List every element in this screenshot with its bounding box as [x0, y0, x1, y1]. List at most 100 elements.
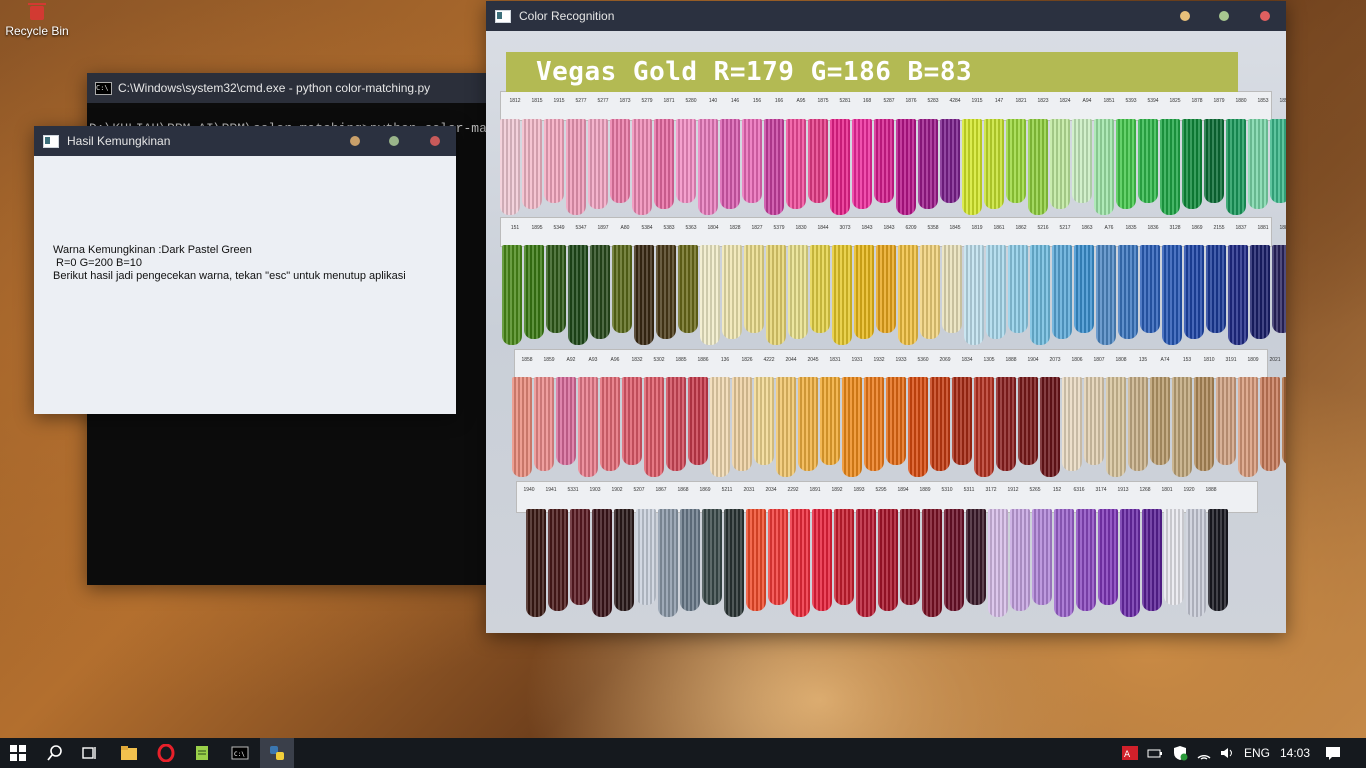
yarn-tassel — [1182, 119, 1202, 209]
python-icon[interactable] — [268, 744, 286, 762]
windows-start-icon[interactable] — [9, 744, 27, 762]
battery-icon[interactable] — [1146, 744, 1164, 762]
card-number: 1886 — [697, 357, 709, 363]
card-number: 2073 — [1049, 357, 1061, 363]
recog-title: Color Recognition — [519, 9, 615, 23]
card-numbers-row-2: 151 1895 5349 5347 1897 A80 5384 5383 5363 1804 18… — [504, 225, 1286, 231]
yarn-tassel — [600, 377, 620, 471]
card-number: 152 — [1052, 487, 1062, 493]
security-shield-icon[interactable] — [1171, 744, 1189, 762]
card-number: 1824 — [1059, 98, 1071, 104]
language-indicator[interactable]: ENG — [1244, 738, 1270, 768]
notifications-icon[interactable] — [1324, 744, 1342, 762]
result-window[interactable]: Hasil Kemungkinan Warna Kemungkinan :Dar… — [34, 126, 456, 414]
card-number: 1869 — [699, 487, 711, 493]
card-number: 1868 — [677, 487, 689, 493]
clock[interactable]: 14:03 — [1280, 738, 1310, 768]
yarn-tassel — [570, 509, 590, 605]
card-number: 1804 — [707, 225, 719, 231]
yarn-tassel — [908, 377, 928, 477]
amd-radeon-icon[interactable]: A — [1121, 744, 1139, 762]
yarn-tassel — [742, 119, 762, 203]
yarn-tassel — [852, 119, 872, 209]
color-recognition-window[interactable]: Color Recognition 1812 1815 1915 5277 5277 18… — [486, 1, 1286, 633]
card-number: 1889 — [919, 487, 931, 493]
card-number: 5295 — [875, 487, 887, 493]
card-number: 1815 — [531, 98, 543, 104]
yarn-tassel — [922, 509, 942, 617]
yarn-tassel — [1030, 245, 1050, 345]
maximize-button[interactable] — [389, 136, 399, 146]
card-number: A96 — [610, 357, 620, 363]
yarn-tassel — [678, 245, 698, 333]
close-button[interactable] — [1260, 11, 1270, 21]
card-number: 6316 — [1073, 487, 1085, 493]
card-numbers-row-3: 1858 1859 A92 A93 A96 1832 5302 1885 1886 136 1826… — [516, 357, 1286, 363]
yarn-tassel — [548, 509, 568, 611]
card-number: 2045 — [807, 357, 819, 363]
card-number: 5280 — [685, 98, 697, 104]
notepad-icon[interactable] — [193, 744, 211, 762]
card-number: 1825 — [1169, 98, 1181, 104]
yarn-tassel — [524, 245, 544, 339]
card-number: 2044 — [785, 357, 797, 363]
task-view-icon[interactable] — [81, 744, 99, 762]
volume-icon[interactable] — [1218, 744, 1236, 762]
minimize-button[interactable] — [1180, 11, 1190, 21]
card-number: 1915 — [553, 98, 565, 104]
card-number: 6209 — [905, 225, 917, 231]
recycle-bin-shortcut[interactable]: Recycle Bin — [4, 3, 70, 38]
card-number: 5283 — [927, 98, 939, 104]
card-number: 1858 — [521, 357, 533, 363]
card-number: 1892 — [831, 487, 843, 493]
yarn-tassel — [810, 245, 830, 333]
yarn-tassel — [886, 377, 906, 465]
yarn-tassel — [1116, 119, 1136, 209]
card-number: 1871 — [663, 98, 675, 104]
card-number: 1873 — [619, 98, 631, 104]
yarn-tassel — [1028, 119, 1048, 215]
maximize-button[interactable] — [1219, 11, 1229, 21]
cmd-taskbar-icon[interactable]: C:\ — [231, 744, 249, 762]
yarn-row-2 — [502, 245, 1286, 345]
card-number: 1305 — [983, 357, 995, 363]
yarn-tassel — [900, 509, 920, 605]
file-explorer-icon[interactable] — [120, 744, 138, 762]
search-icon[interactable] — [46, 744, 64, 762]
yarn-tassel — [1282, 377, 1286, 465]
minimize-button[interactable] — [350, 136, 360, 146]
yarn-tassel — [526, 509, 546, 617]
yarn-tassel — [522, 119, 542, 209]
card-number: 1881 — [1257, 225, 1269, 231]
card-number: 1801 — [1161, 487, 1173, 493]
yarn-tassel — [896, 119, 916, 215]
yarn-tassel — [1106, 377, 1126, 477]
card-number: 1837 — [1235, 225, 1247, 231]
opera-browser-icon[interactable] — [157, 744, 175, 762]
yarn-tassel — [544, 119, 564, 203]
recog-titlebar[interactable]: Color Recognition — [486, 1, 1286, 31]
yarn-tassel — [1040, 377, 1060, 477]
card-number: 5379 — [773, 225, 785, 231]
card-number: 5281 — [839, 98, 851, 104]
card-number: 1819 — [971, 225, 983, 231]
card-number: 1888 — [1005, 357, 1017, 363]
yarn-tassel — [724, 509, 744, 617]
result-title: Hasil Kemungkinan — [67, 134, 171, 148]
yarn-tassel — [698, 119, 718, 215]
card-number: 1885 — [675, 357, 687, 363]
wifi-icon[interactable] — [1195, 744, 1213, 762]
yarn-tassel — [1164, 509, 1184, 605]
result-titlebar[interactable]: Hasil Kemungkinan — [34, 126, 456, 156]
yarn-tassel — [776, 377, 796, 477]
yarn-tassel — [622, 377, 642, 465]
close-button[interactable] — [430, 136, 440, 146]
yarn-tassel — [1072, 119, 1092, 203]
card-number: 1867 — [655, 487, 667, 493]
recycle-bin-label: Recycle Bin — [5, 24, 69, 38]
yarn-tassel — [654, 119, 674, 209]
yarn-tassel — [1160, 119, 1180, 215]
cmd-titlebar[interactable]: C:\ C:\Windows\system32\cmd.exe - python… — [87, 73, 486, 103]
yarn-tassel — [658, 509, 678, 617]
cmd-app-icon: C:\ — [95, 81, 112, 95]
